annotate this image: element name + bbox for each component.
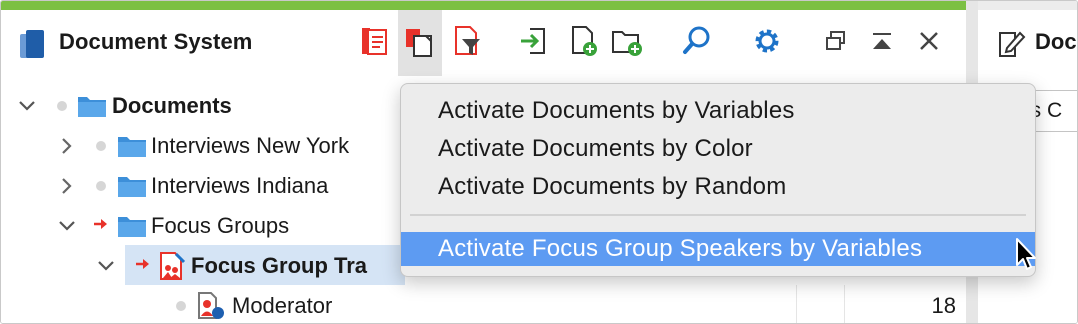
speaker-icon (198, 292, 224, 319)
panel-accent-bar (1, 1, 966, 10)
column-divider (796, 285, 797, 323)
menu-item-activate-by-color[interactable]: Activate Documents by Color (401, 132, 1035, 166)
status-dot-icon (96, 181, 106, 191)
tree-item-label: Focus Groups (151, 213, 290, 238)
activate-documents-icon (362, 28, 387, 55)
chevron-down-icon[interactable] (17, 96, 37, 116)
status-dot-icon (96, 141, 106, 151)
folder-icon (78, 97, 106, 117)
menu-item-activate-by-variables[interactable]: Activate Documents by Variables (401, 94, 1035, 128)
folder-icon (118, 137, 146, 157)
filter-documents-icon (455, 26, 480, 55)
tree-item-moderator[interactable]: Moderator 18 (1, 285, 966, 323)
focus-group-document-icon (160, 252, 186, 280)
status-dot-icon (57, 101, 67, 111)
search-icon (683, 26, 710, 54)
close-icon (920, 32, 938, 50)
menu-separator (410, 214, 1026, 216)
activate-documents-button[interactable] (354, 21, 394, 61)
activated-arrow-icon (136, 259, 149, 269)
activate-options-button[interactable] (398, 10, 442, 76)
panel-toolbar: Document System (1, 10, 966, 76)
status-dot-icon (176, 301, 186, 311)
import-icon (521, 28, 545, 54)
folder-icon (118, 217, 146, 237)
panel-title: Document System (59, 29, 253, 54)
tree-item-label: Focus Group Tra (191, 253, 368, 278)
search-button[interactable] (677, 21, 717, 61)
import-button[interactable] (513, 21, 553, 61)
tree-item-label: Interviews New York (151, 133, 350, 158)
app-window: Document System Documents Interviews New… (0, 0, 1078, 324)
tree-item-label: Documents (112, 93, 232, 118)
column-divider (844, 285, 845, 323)
mouse-cursor-icon (1016, 238, 1036, 270)
collapse-button[interactable] (862, 21, 902, 61)
tree-item-label: Interviews Indiana (151, 173, 329, 198)
chevron-right-icon[interactable] (57, 176, 77, 196)
collapse-icon (873, 33, 891, 49)
filter-documents-button[interactable] (446, 21, 486, 61)
new-document-button[interactable] (564, 21, 604, 61)
activate-options-menu: Activate Documents by Variables Activate… (400, 83, 1036, 277)
settings-button[interactable] (747, 21, 787, 61)
tree-item-label: Moderator (232, 293, 333, 318)
coded-segment-count: 18 (931, 293, 956, 318)
new-folder-button[interactable] (607, 21, 647, 61)
activated-arrow-icon (94, 219, 107, 229)
chevron-down-icon[interactable] (57, 216, 77, 236)
document-system-icon (18, 28, 48, 67)
folder-icon (118, 177, 146, 197)
gear-icon (755, 29, 779, 53)
activate-by-options-icon (406, 29, 432, 57)
new-document-icon (572, 26, 597, 56)
edit-document-icon (999, 31, 1026, 57)
close-button[interactable] (909, 21, 949, 61)
undock-icon (826, 31, 845, 50)
panel-title: Doc (1035, 29, 1077, 54)
menu-item-activate-speakers-by-variables[interactable]: Activate Focus Group Speakers by Variabl… (401, 232, 1035, 266)
chevron-right-icon[interactable] (57, 136, 77, 156)
panel-accent-bar (978, 1, 1077, 10)
undock-button[interactable] (816, 21, 856, 61)
new-folder-icon (612, 31, 642, 56)
chevron-down-icon[interactable] (96, 256, 116, 276)
menu-item-activate-by-random[interactable]: Activate Documents by Random (401, 170, 1035, 204)
